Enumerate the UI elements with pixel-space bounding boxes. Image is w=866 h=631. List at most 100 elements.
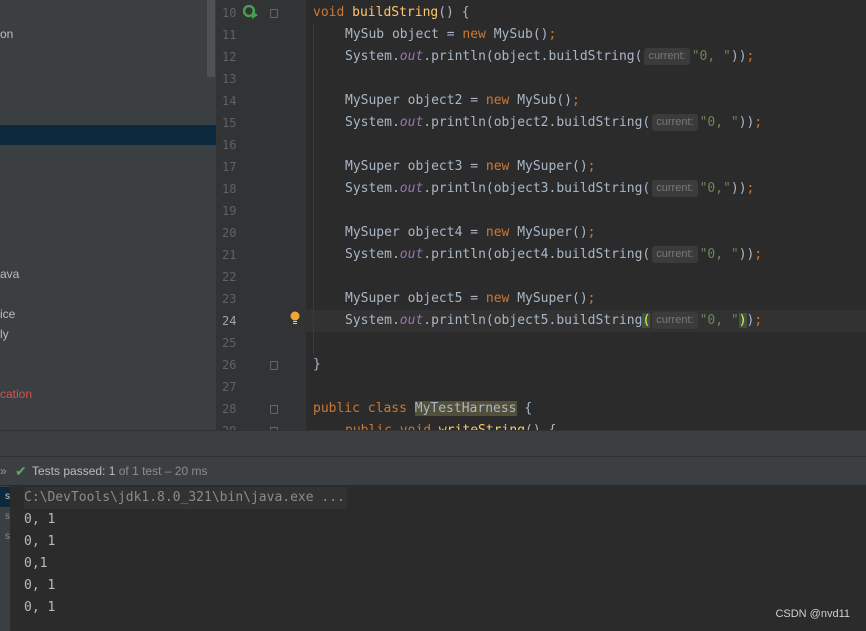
test-tree-item[interactable]: s xyxy=(0,527,10,547)
code-line[interactable]: System.out.println(object.buildString(cu… xyxy=(345,46,754,68)
code-token: MySuper() xyxy=(517,291,588,306)
project-tree-item[interactable]: ava xyxy=(0,267,19,281)
line-number[interactable]: 17 xyxy=(222,156,242,178)
indent-guide xyxy=(313,24,314,354)
run-test-icon[interactable] xyxy=(243,5,259,21)
code-token: { xyxy=(516,401,533,416)
code-token: MySuper object3 = xyxy=(345,159,486,174)
fold-marker-icon[interactable] xyxy=(270,405,278,414)
code-token: .println(object4.buildString( xyxy=(423,247,651,262)
code-token: System. xyxy=(345,49,400,64)
code-token: .println(object3.buildString( xyxy=(423,181,651,196)
project-tree-item[interactable]: cation xyxy=(0,387,32,401)
parameter-hint: current: xyxy=(652,180,698,197)
line-number[interactable]: 12 xyxy=(222,46,242,68)
code-line[interactable]: System.out.println(object2.buildString(c… xyxy=(345,112,762,134)
test-tree-strip: sss xyxy=(0,486,10,631)
code-line[interactable]: void buildString() { xyxy=(313,2,470,24)
line-number[interactable]: 28 xyxy=(222,398,242,420)
expand-icon[interactable]: » xyxy=(0,457,7,486)
code-token: out xyxy=(399,115,424,130)
code-token: MySuper() xyxy=(517,225,588,240)
parameter-hint: current: xyxy=(652,114,698,131)
editor-gutter: 1011121314151617181920212223242526272829 xyxy=(216,0,489,438)
code-token: new xyxy=(485,93,518,108)
code-line[interactable]: MySuper object2 = new MySub(); xyxy=(345,90,580,112)
code-token: )) xyxy=(730,49,747,64)
code-token: System. xyxy=(345,181,400,196)
code-token: "0," xyxy=(699,181,731,196)
parameter-hint: current: xyxy=(652,312,698,329)
code-token: ; xyxy=(587,291,596,306)
watermark: CSDN @nvd11 xyxy=(775,608,850,620)
code-token: void xyxy=(313,5,353,20)
console-line: 0, 1 xyxy=(24,534,56,549)
code-token: "0, " xyxy=(699,247,739,262)
code-line[interactable]: MySuper object4 = new MySuper(); xyxy=(345,222,595,244)
code-token: public class xyxy=(313,401,415,416)
code-token: out xyxy=(399,181,424,196)
project-tree-item[interactable]: ice xyxy=(0,307,15,321)
test-tree-item[interactable]: s xyxy=(0,487,10,507)
line-number[interactable]: 22 xyxy=(222,266,242,288)
code-token: )) xyxy=(730,181,747,196)
line-number[interactable]: 26 xyxy=(222,354,242,376)
code-token: MySub object = xyxy=(345,27,463,42)
code-token: ( xyxy=(642,313,651,328)
line-number[interactable]: 20 xyxy=(222,222,242,244)
test-status-label: Tests passed: xyxy=(32,464,109,478)
code-line[interactable]: System.out.println(object5.buildString(c… xyxy=(345,310,762,332)
parameter-hint: current: xyxy=(652,246,698,263)
console-output[interactable]: C:\DevTools\jdk1.8.0_321\bin\java.exe ..… xyxy=(24,486,347,619)
line-number[interactable]: 10 xyxy=(222,2,242,24)
code-line[interactable]: } xyxy=(313,354,321,376)
code-line[interactable]: MySuper object5 = new MySuper(); xyxy=(345,288,595,310)
project-panel-scrollbar[interactable] xyxy=(207,0,215,77)
code-token: ; xyxy=(754,115,763,130)
code-token: MySub() xyxy=(493,27,549,42)
fold-marker-icon[interactable] xyxy=(270,9,278,18)
console-line: 0, 1 xyxy=(24,512,56,527)
code-token: )) xyxy=(738,115,755,130)
line-number[interactable]: 11 xyxy=(222,24,242,46)
console-line: 0, 1 xyxy=(24,600,56,615)
code-line[interactable]: System.out.println(object4.buildString(c… xyxy=(345,244,762,266)
line-number[interactable]: 15 xyxy=(222,112,242,134)
code-token: new xyxy=(485,225,518,240)
code-token: .println(object5.buildString xyxy=(423,313,643,328)
line-number[interactable]: 25 xyxy=(222,332,242,354)
code-token: new xyxy=(485,291,518,306)
project-tree-item[interactable]: on xyxy=(0,27,13,41)
line-number[interactable]: 13 xyxy=(222,68,242,90)
code-line[interactable]: MySuper object3 = new MySuper(); xyxy=(345,156,595,178)
code-token: out xyxy=(399,247,424,262)
line-number[interactable]: 23 xyxy=(222,288,242,310)
code-token: ; xyxy=(754,247,763,262)
test-status-bar: » ✔ Tests passed: 1 of 1 test – 20 ms xyxy=(0,457,866,486)
line-number[interactable]: 19 xyxy=(222,200,242,222)
code-token: MyTestHarness xyxy=(414,401,517,416)
project-tree-item[interactable]: ly xyxy=(0,327,9,341)
line-number[interactable]: 18 xyxy=(222,178,242,200)
test-tree-item[interactable]: s xyxy=(0,507,10,527)
code-token: } xyxy=(313,357,321,372)
code-token: ; xyxy=(572,93,580,108)
code-token: ; xyxy=(754,313,763,328)
check-icon: ✔ xyxy=(15,463,27,479)
code-editor[interactable]: void buildString() {MySub object = new M… xyxy=(306,0,866,430)
code-line[interactable]: public class MyTestHarness { xyxy=(313,398,532,420)
code-line[interactable]: MySub object = new MySub(); xyxy=(345,24,556,46)
code-token: public void xyxy=(345,423,439,430)
code-line[interactable]: System.out.println(object3.buildString(c… xyxy=(345,178,754,200)
code-token: MySuper() xyxy=(517,159,588,174)
code-line[interactable]: public void writeString() { xyxy=(345,420,556,430)
project-tree-selected-row[interactable] xyxy=(0,125,216,145)
line-number[interactable]: 27 xyxy=(222,376,242,398)
code-token: () { xyxy=(525,423,556,430)
line-number[interactable]: 21 xyxy=(222,244,242,266)
line-number[interactable]: 14 xyxy=(222,90,242,112)
fold-marker-icon[interactable] xyxy=(270,361,278,370)
line-number[interactable]: 16 xyxy=(222,134,242,156)
lightbulb-icon[interactable] xyxy=(290,311,300,325)
line-number[interactable]: 24 xyxy=(222,310,242,332)
